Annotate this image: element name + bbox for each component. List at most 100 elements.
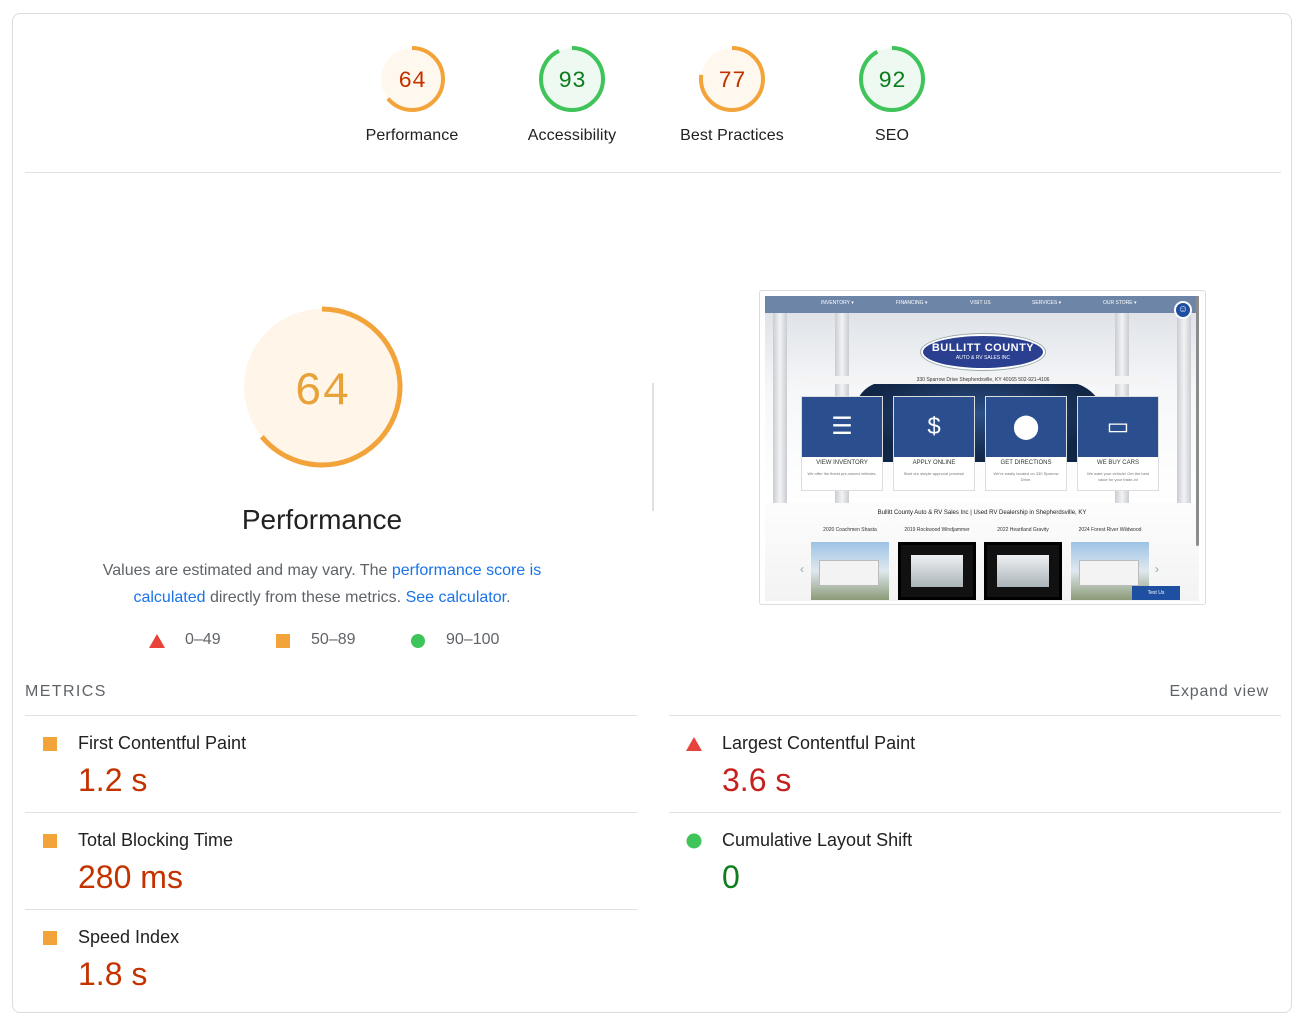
rv-photo [984,542,1062,600]
tile-we-buy-cars: ▭ WE BUY CARS We want your vehicle! Get … [1077,396,1159,491]
report-card: 64 Performance 93 Accessibility 77 Best … [12,13,1292,1013]
site-nav-item: VISIT US [970,300,991,306]
square-icon [43,737,57,751]
metric-label: Total Blocking Time [78,830,234,850]
map-pin-icon: ⬤ [986,397,1066,457]
rv-name: 2024 Forest River Wildwood [1078,527,1142,533]
vertical-divider [652,383,654,511]
tile-get-directions: ⬤ GET DIRECTIONS We're easily located on… [985,396,1067,491]
site-nav-item: INVENTORY ▾ [821,300,854,306]
gauge-ring-icon: 77 [699,46,765,112]
legend-range: 0–49 [185,631,221,648]
car-icon: ▭ [1078,397,1158,457]
gauge-ring-icon: 93 [539,46,605,112]
rv-name: 2020 Coachmen Shasta [823,527,877,533]
site-heading: Bullitt County Auto & RV Sales Inc | Use… [877,510,1087,516]
site-nav-item: OUR STORE ▾ [1103,300,1137,306]
screenshot-scrollbar [1196,296,1199,546]
dealer-logo: BULLITT COUNTY AUTO & RV SALES INC [921,334,1045,370]
metric-label: Cumulative Layout Shift [722,830,913,850]
expand-view-toggle[interactable]: Expand view [1169,683,1269,701]
gauge-performance[interactable]: 64 Performance [347,44,477,145]
address-bar: 330 Sparrow Drive Shepherdsville, KY 401… [805,376,1161,384]
gauge-score: 77 [718,68,746,94]
metric-largest-contentful-paint: Largest Contentful Paint 3.6 s [669,715,1281,812]
metric-value: 3.6 s [722,762,792,798]
rv-photo [898,542,976,600]
square-icon [276,634,290,648]
performance-description: Values are estimated and may vary. The p… [82,557,562,611]
pillar [1177,313,1191,503]
metric-label: Largest Contentful Paint [722,733,916,753]
metric-cumulative-layout-shift: Cumulative Layout Shift 0 [669,812,1281,909]
gauge-seo[interactable]: 92 SEO [827,44,957,145]
desc-text: Values are estimated and may vary. The [102,562,392,579]
gauge-ring-icon: 64 [379,46,445,112]
tile-subtitle: We want your vehicle! Get the best value… [1087,471,1149,482]
pillar [773,313,787,503]
performance-score: 64 [294,366,349,418]
tile-title: GET DIRECTIONS [1000,460,1052,466]
gauge-label: Accessibility [527,127,617,144]
site-nav-item: FINANCING ▾ [896,300,928,306]
logo-text: BULLITT COUNTY [931,342,1035,354]
performance-summary: 64 Performance Values are estimated and … [13,304,631,611]
tile-apply-online: $ APPLY ONLINE Start our simple approval… [893,396,975,491]
page-screenshot[interactable]: INVENTORY ▾ FINANCING ▾ VISIT US SERVICE… [759,290,1206,605]
tile-title: VIEW INVENTORY [816,460,868,466]
square-icon [43,834,57,848]
rv-name: 2022 Heartland Gravity [997,527,1049,533]
tile-title: APPLY ONLINE [912,460,956,466]
legend-range: 50–89 [311,631,356,648]
metric-total-blocking-time: Total Blocking Time 280 ms [25,812,637,909]
tile-subtitle: We're easily located on 330 Sparrow Driv… [993,471,1059,482]
tile-subtitle: Start our simple approval process! [903,471,965,476]
gauge-ring-icon: 92 [859,46,925,112]
metrics-heading: METRICS [25,683,107,700]
score-legend: 0–49 50–89 90–100 [13,631,631,653]
gauge-label: Best Practices [680,127,784,144]
triangle-icon [149,634,165,648]
rv-photo [811,542,889,600]
gauge-label: SEO [874,127,910,144]
gauge-best-practices[interactable]: 77 Best Practices [667,44,797,145]
square-icon [43,931,57,945]
rv-name: 2019 Rockwood Windjammer [904,527,970,533]
site-nav: INVENTORY ▾ FINANCING ▾ VISIT US SERVICE… [765,296,1199,313]
text-us-button: Text Us [1132,586,1180,600]
metric-value: 0 [722,859,740,895]
circle-icon [686,833,702,849]
circle-icon [411,634,425,648]
chevron-right-icon: › [1155,562,1159,576]
see-calculator-link[interactable]: See calculator [406,589,507,606]
desc-text: directly from these metrics. [205,589,406,606]
screenshot-content: INVENTORY ▾ FINANCING ▾ VISIT US SERVICE… [765,296,1199,601]
chevron-left-icon: ‹ [800,562,804,576]
tile-subtitle: We offer the finest pre-owned vehicles. [807,471,877,476]
tile-title: WE BUY CARS [1097,460,1139,466]
gauge-score: 92 [878,68,906,94]
logo-subtext: AUTO & RV SALES INC [955,355,1011,361]
gauge-score: 93 [558,68,586,94]
performance-title: Performance [241,504,403,535]
metric-value: 1.2 s [78,762,148,798]
tile-view-inventory: ☰ VIEW INVENTORY We offer the finest pre… [801,396,883,491]
metric-value: 1.8 s [78,956,148,992]
metric-label: Speed Index [78,927,180,947]
site-nav-item: SERVICES ▾ [1032,300,1062,306]
divider [25,172,1281,173]
accessibility-icon: ☺ [1174,301,1192,319]
metric-speed-index: Speed Index 1.8 s [25,909,637,1006]
list-icon: ☰ [802,397,882,457]
metric-value: 280 ms [78,859,183,895]
gauge-accessibility[interactable]: 93 Accessibility [507,44,637,145]
dollar-doc-icon: $ [894,397,974,457]
metric-label: First Contentful Paint [78,733,247,753]
legend-range: 90–100 [446,631,500,648]
metric-first-contentful-paint: First Contentful Paint 1.2 s [25,715,637,812]
category-gauges: 64 Performance 93 Accessibility 77 Best … [13,14,1293,174]
gauge-label: Performance [365,127,459,144]
gauge-score: 64 [398,68,426,94]
triangle-icon [686,737,702,751]
desc-text: . [506,589,511,606]
